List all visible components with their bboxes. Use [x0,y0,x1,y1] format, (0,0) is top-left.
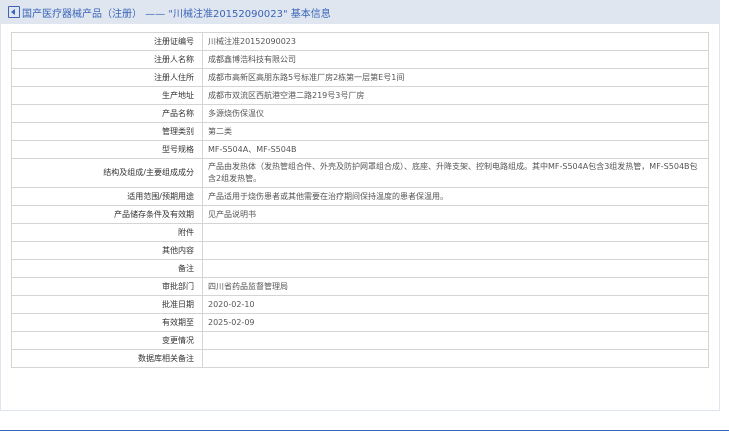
page-title[interactable]: 国产医疗器械产品（注册） —— "川械注准20152090023" 基本信息 [22,5,331,20]
table-row: 其他内容 [11,241,709,260]
row-value [202,223,709,242]
row-value [202,259,709,278]
row-value: MF-S504A、MF-S504B [202,140,709,159]
row-label: 产品储存条件及有效期 [11,205,203,224]
row-label: 批准日期 [11,295,203,314]
row-label: 备注 [11,259,203,278]
row-value: 产品由发热体（发热管组合件、外壳及防护网罩组合成）、底座、升降支架、控制电路组成… [202,158,709,188]
row-label: 管理类别 [11,122,203,141]
row-value: 多源烧伤保温仪 [202,104,709,123]
row-label: 注册人住所 [11,68,203,87]
row-value [202,349,709,368]
info-table: 注册证编号 川械注准20152090023 注册人名称 成都鑫博浩科技有限公司 … [11,32,709,368]
row-value: 2025-02-09 [202,313,709,332]
row-label: 其他内容 [11,241,203,260]
row-label: 变更情况 [11,331,203,350]
table-row: 结构及组成/主要组成成分 产品由发热体（发热管组合件、外壳及防护网罩组合成）、底… [11,158,709,188]
table-row: 注册证编号 川械注准20152090023 [11,32,709,51]
row-label: 结构及组成/主要组成成分 [11,158,203,188]
table-row: 注册人住所 成都市高新区高朋东路5号标准厂房2栋第一层第E号1间 [11,68,709,87]
row-value: 成都鑫博浩科技有限公司 [202,50,709,69]
row-label: 数据库相关备注 [11,349,203,368]
page-header: 国产医疗器械产品（注册） —— "川械注准20152090023" 基本信息 [0,0,720,24]
row-value: 产品适用于烧伤患者或其他需要在治疗期间保持温度的患者保温用。 [202,187,709,206]
row-label: 附件 [11,223,203,242]
table-row: 产品名称 多源烧伤保温仪 [11,104,709,123]
row-value [202,331,709,350]
table-row: 数据库相关备注 [11,349,709,368]
row-value: 2020-02-10 [202,295,709,314]
footer-divider [0,430,729,431]
row-label: 产品名称 [11,104,203,123]
table-row: 适用范围/预期用途 产品适用于烧伤患者或其他需要在治疗期间保持温度的患者保温用。 [11,187,709,206]
table-row: 变更情况 [11,331,709,350]
table-row: 注册人名称 成都鑫博浩科技有限公司 [11,50,709,69]
info-panel: 注册证编号 川械注准20152090023 注册人名称 成都鑫博浩科技有限公司 … [0,24,720,411]
row-label: 有效期至 [11,313,203,332]
table-row: 附件 [11,223,709,242]
row-label: 生产地址 [11,86,203,105]
row-value: 四川省药品监督管理局 [202,277,709,296]
row-value: 成都市高新区高朋东路5号标准厂房2栋第一层第E号1间 [202,68,709,87]
row-value: 成都市双流区西航港空港二路219号3号厂房 [202,86,709,105]
row-value: 川械注准20152090023 [202,32,709,51]
table-row: 批准日期 2020-02-10 [11,295,709,314]
back-icon[interactable] [8,6,20,18]
row-value: 见产品说明书 [202,205,709,224]
row-label: 审批部门 [11,277,203,296]
row-label: 注册人名称 [11,50,203,69]
table-row: 型号规格 MF-S504A、MF-S504B [11,140,709,159]
row-value [202,241,709,260]
row-label: 注册证编号 [11,32,203,51]
table-row: 备注 [11,259,709,278]
table-row: 审批部门 四川省药品监督管理局 [11,277,709,296]
table-row: 管理类别 第二类 [11,122,709,141]
table-row: 有效期至 2025-02-09 [11,313,709,332]
row-label: 型号规格 [11,140,203,159]
table-row: 生产地址 成都市双流区西航港空港二路219号3号厂房 [11,86,709,105]
row-value: 第二类 [202,122,709,141]
table-row: 产品储存条件及有效期 见产品说明书 [11,205,709,224]
row-label: 适用范围/预期用途 [11,187,203,206]
